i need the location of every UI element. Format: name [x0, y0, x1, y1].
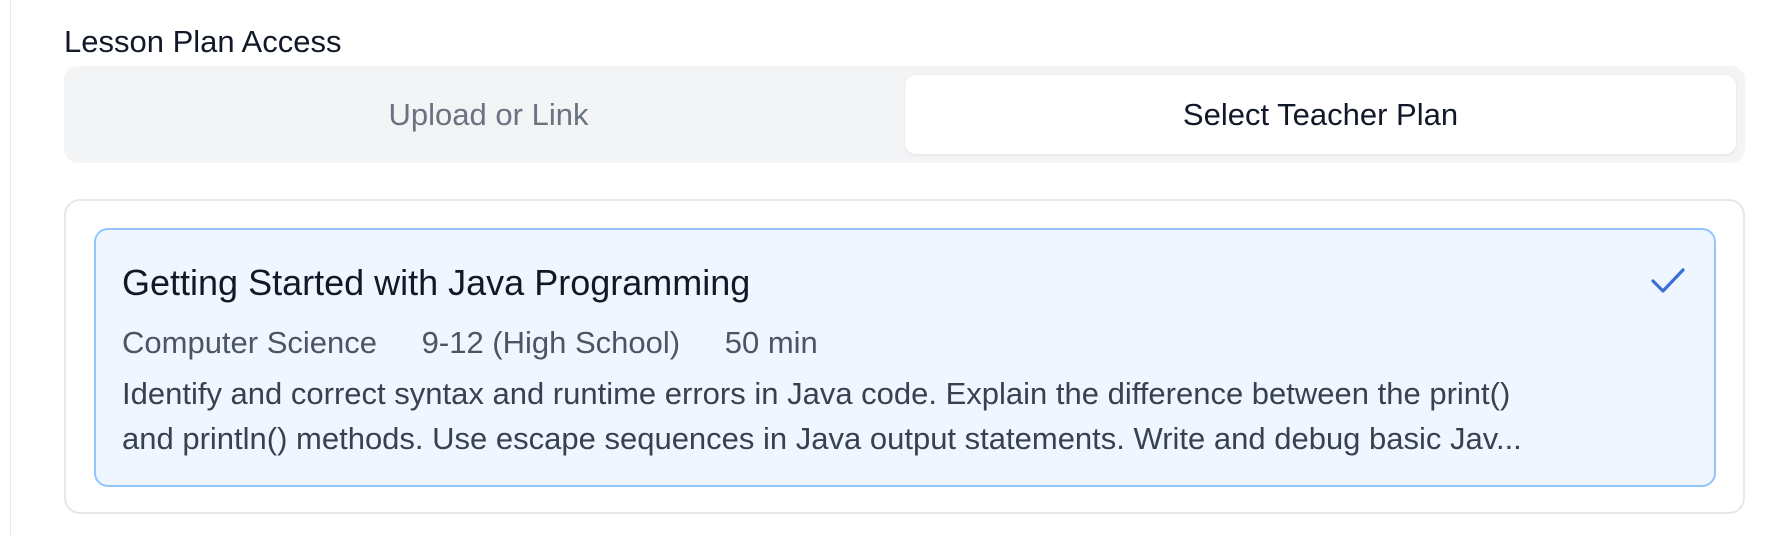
panel-divider: [10, 0, 11, 536]
plan-card-selected[interactable]: Getting Started with Java Programming Co…: [94, 228, 1716, 487]
plan-duration: 50 min: [724, 325, 818, 360]
plan-description-line: Identify and correct syntax and runtime …: [122, 376, 1511, 411]
lesson-plan-source-tabs: Upload or Link Select Teacher Plan: [64, 66, 1745, 163]
tab-select-teacher-plan[interactable]: Select Teacher Plan: [905, 75, 1736, 154]
plan-title: Getting Started with Java Programming: [122, 262, 751, 303]
plan-grade: 9-12 (High School): [421, 325, 681, 360]
plan-subject: Computer Science: [122, 325, 378, 360]
tab-upload-or-link[interactable]: Upload or Link: [73, 75, 904, 154]
plan-description-line: and println() methods. Use escape sequen…: [122, 421, 1522, 456]
plan-description: Identify and correct syntax and runtime …: [122, 371, 1682, 461]
section-label: Lesson Plan Access: [64, 24, 342, 59]
check-icon: [1651, 268, 1685, 293]
teacher-plan-list: Getting Started with Java Programming Co…: [64, 199, 1745, 514]
plan-meta: Computer Science 9-12 (High School) 50 m…: [122, 323, 818, 363]
